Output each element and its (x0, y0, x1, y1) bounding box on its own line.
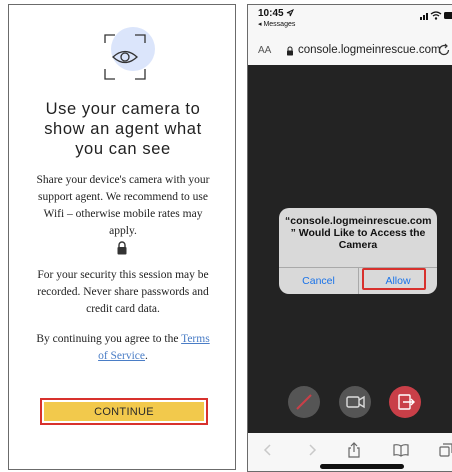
cancel-button[interactable]: Cancel (279, 268, 358, 294)
security-notice: For your security this session may be re… (37, 269, 209, 315)
lock-icon (117, 241, 127, 255)
onboarding-screen: Use your camera to show an agent what yo… (8, 4, 236, 470)
end-session-button[interactable] (389, 386, 421, 418)
video-camera-button[interactable] (339, 386, 371, 418)
dialog-message: “console.logmeinrescue.com ” Would Like … (285, 215, 432, 251)
signal-icon (420, 13, 428, 20)
exit-session-icon (398, 394, 415, 410)
camera-illustration (93, 27, 157, 85)
forward-icon[interactable] (304, 442, 320, 458)
text-size-button[interactable]: AA (258, 45, 271, 56)
secure-lock-icon (287, 46, 293, 56)
camera-description: Share your device's camera with your sup… (36, 174, 210, 237)
continue-button[interactable]: CONTINUE (44, 402, 204, 421)
location-icon (287, 8, 295, 17)
draw-toggle-button[interactable] (288, 386, 320, 418)
eye-frame-icon (104, 34, 146, 80)
address-bar[interactable]: console.logmeinrescue.com (298, 44, 441, 56)
battery-icon (444, 12, 452, 19)
wifi-icon (430, 11, 442, 20)
reload-icon[interactable] (437, 43, 451, 57)
allow-highlight (362, 268, 426, 290)
browser-bottom-toolbar (248, 433, 452, 471)
terms-link-continued[interactable]: of Service (98, 350, 145, 362)
share-icon[interactable] (346, 442, 362, 458)
back-icon[interactable] (260, 442, 276, 458)
browser-top-bar: 10:45 ◂ Messages AA console.logmeinrescu… (248, 5, 452, 65)
home-indicator (320, 464, 404, 469)
status-time: 10:45 (258, 8, 295, 19)
page-title: Use your camera to show an agent what yo… (44, 100, 202, 158)
status-indicators (420, 11, 452, 20)
back-to-messages[interactable]: ◂ Messages (258, 20, 295, 28)
continue-highlight: CONTINUE (40, 398, 208, 425)
bookmarks-icon[interactable] (393, 442, 409, 458)
browser-screen: 10:45 ◂ Messages AA console.logmeinrescu… (247, 4, 452, 472)
terms-link[interactable]: Terms (181, 333, 210, 345)
tabs-icon[interactable] (438, 442, 452, 458)
terms-agreement: By continuing you agree to the Terms of … (36, 333, 210, 362)
video-camera-icon (346, 395, 365, 409)
pen-off-icon (296, 394, 312, 410)
